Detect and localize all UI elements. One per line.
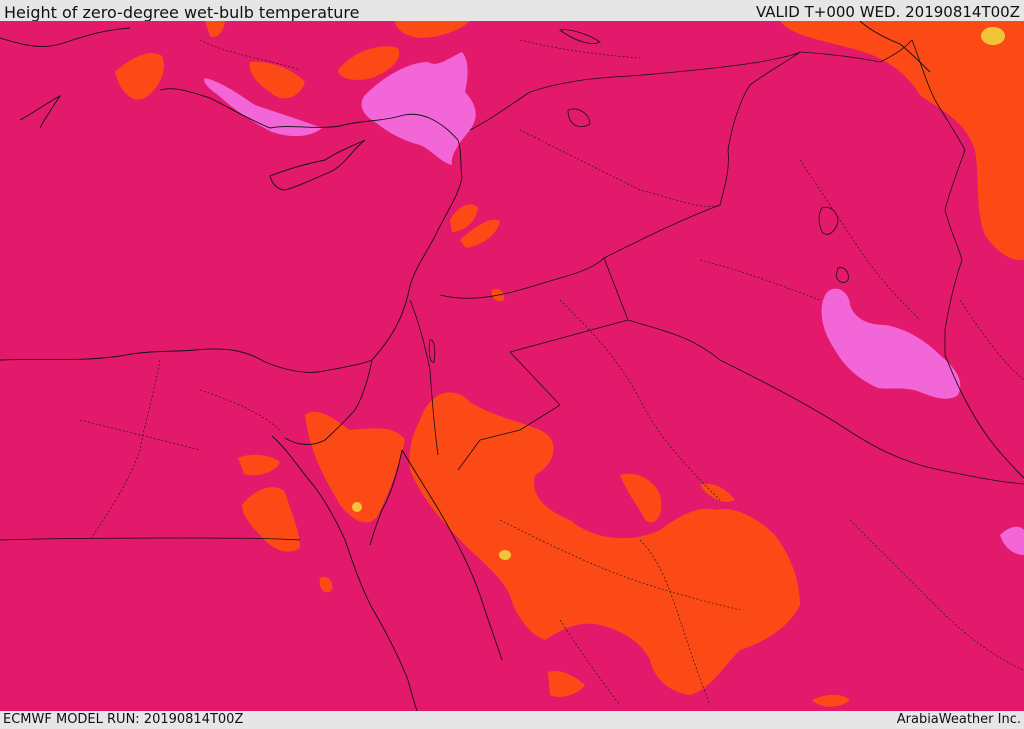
weather-map xyxy=(0,21,1024,711)
map-title: Height of zero-degree wet-bulb temperatu… xyxy=(4,3,360,22)
yellow-saudi-peak xyxy=(499,550,511,560)
model-run-label: ECMWF MODEL RUN: 20190814T00Z xyxy=(3,712,244,727)
credit-label: ArabiaWeather Inc. xyxy=(896,712,1021,727)
valid-time: VALID T+000 WED. 20190814T00Z xyxy=(755,3,1020,21)
yellow-iran-peak xyxy=(981,27,1005,45)
yellow-sinai-peak xyxy=(352,502,362,512)
